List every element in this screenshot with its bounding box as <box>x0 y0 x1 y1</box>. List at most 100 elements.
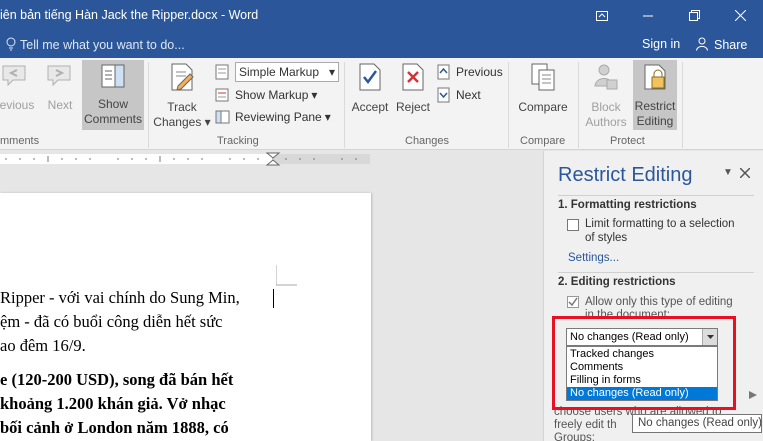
show-markup-button[interactable]: Show Markup ▾ <box>215 87 317 103</box>
restore-icon[interactable] <box>671 0 717 32</box>
document-line: Ripper - với vai chính do Sung Min, <box>0 288 240 307</box>
expand-arrow-icon[interactable] <box>749 391 757 399</box>
limit-formatting-label-1: Limit formatting to a selection <box>585 218 735 230</box>
ruler-ticks <box>0 152 370 166</box>
restrict-editing-label-1: Restrict <box>634 99 676 113</box>
chevron-down-icon: ▾ <box>324 110 331 124</box>
track-changes-icon <box>171 63 194 91</box>
person-icon <box>696 37 708 51</box>
block-authors-label-2: Authors <box>585 115 627 129</box>
editing-restrictions-heading: 2. Editing restrictions <box>558 276 676 288</box>
margin-corner-mark <box>276 265 297 286</box>
previous-change-icon <box>437 64 450 80</box>
show-comments-button[interactable]: Show Comments <box>82 60 144 130</box>
close-pane-icon[interactable] <box>740 168 750 178</box>
allow-only-checkbox[interactable] <box>567 296 579 308</box>
next-change-label: Next <box>456 88 481 102</box>
section-divider <box>558 195 754 196</box>
reject-button[interactable]: Reject <box>393 62 433 115</box>
document-line: e (120-200 USD), song đã bán hết <box>0 370 234 389</box>
markup-select[interactable]: Simple Markup ▾ <box>235 62 339 82</box>
accept-label: Accept <box>351 100 389 114</box>
sign-in-link[interactable]: Sign in <box>642 37 680 51</box>
show-comments-label-1: Show <box>97 97 129 111</box>
reviewing-pane-label: Reviewing Pane <box>235 110 322 124</box>
next-comment-button[interactable]: Next <box>42 62 78 113</box>
lightbulb-icon <box>6 37 16 51</box>
show-markup-icon <box>215 88 229 102</box>
chevron-down-icon: ▾ <box>311 88 318 102</box>
limit-formatting-label-2: of styles <box>585 232 628 244</box>
markup-icon <box>215 64 229 80</box>
block-authors-icon <box>594 64 618 90</box>
restrict-editing-button[interactable]: Restrict Editing <box>633 60 677 130</box>
group-separator <box>682 62 683 148</box>
checkmark-icon <box>568 297 578 307</box>
next-change-icon <box>437 87 450 103</box>
formatting-restrictions-heading: 1. Formatting restrictions <box>558 199 697 211</box>
next-comment-icon <box>47 65 71 87</box>
compare-label: Compare <box>518 100 568 114</box>
tell-me-bar: Tell me what you want to do... Sign in S… <box>0 32 763 58</box>
tell-me-box[interactable]: Tell me what you want to do... <box>6 37 185 52</box>
reject-icon <box>402 63 424 91</box>
minimize-icon[interactable] <box>625 0 671 32</box>
compare-icon <box>531 63 555 91</box>
show-markup-label: Show Markup <box>235 88 309 102</box>
compare-button[interactable]: Compare <box>514 62 572 115</box>
next-comment-label: Next <box>47 98 73 112</box>
horizontal-ruler[interactable] <box>0 151 543 167</box>
track-changes-label-2: Changes ▾ <box>153 115 211 129</box>
accept-icon <box>359 63 381 91</box>
title-bar: iên bản tiếng Hàn Jack the Ripper.docx -… <box>0 0 763 32</box>
tell-me-placeholder: Tell me what you want to do... <box>20 38 185 52</box>
restrict-editing-icon <box>644 64 666 90</box>
settings-link[interactable]: Settings... <box>568 252 619 264</box>
previous-change-label: Previous <box>456 65 503 79</box>
document-line: ệm - đã có buổi công diễn hết sức <box>0 312 223 331</box>
document-line: khoảng 1.200 khán giả. Vở nhạc <box>0 394 226 413</box>
tracking-group-label: Tracking <box>217 135 259 147</box>
comments-group-label: mments <box>0 135 40 147</box>
block-authors-button[interactable]: Block Authors <box>582 62 630 130</box>
previous-comment-label: revious <box>0 98 35 112</box>
next-change-button[interactable]: Next <box>436 87 481 103</box>
changes-group-label: Changes <box>405 135 450 147</box>
markup-select-row: Simple Markup ▾ <box>215 62 339 82</box>
group-separator <box>148 62 149 148</box>
share-button[interactable]: Share <box>696 37 747 52</box>
limit-formatting-checkbox[interactable] <box>567 219 579 231</box>
track-changes-label-1: Track <box>167 100 197 114</box>
ribbon-display-options-icon[interactable] <box>579 0 625 32</box>
document-line: bối cảnh ở London năm 1888, có <box>0 418 229 437</box>
exceptions-text-2: freely edit th <box>554 419 617 431</box>
window-title: iên bản tiếng Hàn Jack the Ripper.docx -… <box>0 8 259 22</box>
allow-only-label-1: Allow only this type of editing <box>585 296 733 308</box>
text-cursor <box>273 289 274 308</box>
groups-label: Groups: <box>554 432 595 441</box>
pane-title: Restrict Editing <box>558 164 693 186</box>
close-icon[interactable] <box>717 0 763 32</box>
share-label: Share <box>714 38 748 52</box>
document-page[interactable]: Ripper - với vai chính do Sung Min, ệm -… <box>0 193 371 441</box>
reviewing-pane-icon <box>215 110 230 124</box>
reviewing-pane-button[interactable]: Reviewing Pane ▾ <box>215 109 331 125</box>
group-separator <box>508 62 509 148</box>
previous-comment-icon <box>2 65 26 87</box>
show-comments-icon <box>101 64 125 88</box>
section-divider <box>558 272 754 273</box>
group-separator <box>344 62 345 148</box>
document-line: ao đêm 16/9. <box>0 336 86 355</box>
track-changes-button[interactable]: Track Changes ▾ <box>152 62 212 130</box>
markup-select-value: Simple Markup <box>239 65 320 79</box>
accept-button[interactable]: Accept <box>348 62 392 115</box>
previous-change-button[interactable]: Previous <box>436 64 503 80</box>
ribbon-review-tab: revious Next Show Comments mments Track … <box>0 58 763 150</box>
show-comments-label-2: Comments <box>83 112 142 126</box>
protect-group-label: Protect <box>610 135 645 147</box>
group-separator <box>578 62 579 148</box>
pane-options-chevron-icon[interactable]: ▼ <box>723 167 733 178</box>
previous-comment-button[interactable]: revious <box>0 62 38 113</box>
restrict-editing-label-2: Editing <box>636 114 674 128</box>
block-authors-label-1: Block <box>591 100 621 114</box>
